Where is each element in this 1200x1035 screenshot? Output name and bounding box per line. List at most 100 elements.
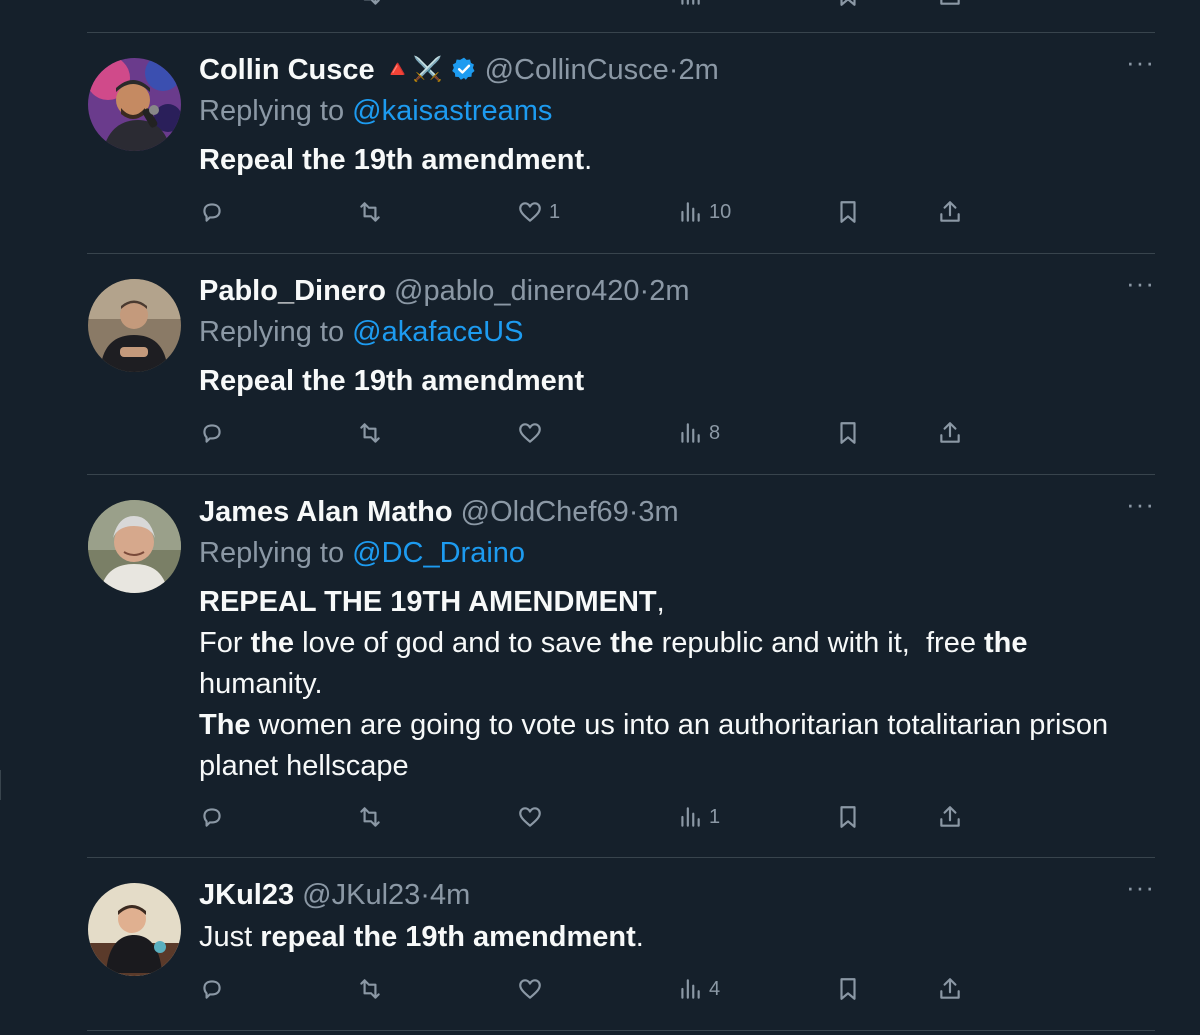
like-button[interactable]: 1: [517, 195, 560, 229]
bookmark-button[interactable]: [835, 416, 861, 450]
timeline: Collin Cusce 🔺⚔️ @CollinCusce·2m Replyin…: [87, 0, 1155, 1035]
views-icon: [681, 202, 700, 222]
like-icon: [519, 807, 541, 827]
replying-handle-link[interactable]: @DC_Draino: [352, 537, 525, 569]
avatar-image: [88, 58, 181, 151]
tweet-text-bold: The: [199, 709, 251, 741]
replying-label: Replying to: [199, 316, 345, 348]
replying-handle-link[interactable]: @kaisastreams: [352, 95, 552, 127]
tweet-text: REPEAL THE 19TH AMENDMENT, For the love …: [199, 582, 1149, 787]
tweet-text-span: For: [199, 627, 251, 659]
retweet-icon: [360, 979, 380, 999]
tweet-actions: 1 10: [199, 195, 1079, 229]
tweet-text-bold: Repeal the 19th amendment: [199, 365, 585, 397]
handle[interactable]: @pablo_dinero420: [394, 275, 640, 307]
tweet-content: Pablo_Dinero @pablo_dinero420·2m Replyin…: [199, 271, 1149, 402]
views-button[interactable]: 1: [677, 800, 720, 834]
replying-handle-link[interactable]: @akafaceUS: [352, 316, 523, 348]
reply-button[interactable]: [199, 195, 225, 229]
more-icon[interactable]: ···: [1126, 874, 1155, 915]
timestamp[interactable]: 3m: [638, 496, 678, 528]
retweet-icon: [360, 202, 380, 222]
name-emoji-badges: 🔺⚔️: [382, 56, 443, 83]
display-name[interactable]: James Alan Matho: [199, 496, 453, 528]
avatar[interactable]: [88, 279, 181, 372]
tweet-text-line: The women are going to vote us into an a…: [199, 705, 1149, 746]
handle[interactable]: @CollinCusce: [485, 54, 669, 86]
bookmark-button[interactable]: [835, 195, 861, 229]
avatar-image: [88, 500, 181, 593]
avatar[interactable]: [88, 58, 181, 151]
share-button[interactable]: [937, 972, 963, 1006]
tweet-text-bold: the: [610, 627, 654, 659]
like-button[interactable]: [517, 416, 543, 450]
more-icon[interactable]: ···: [1126, 491, 1155, 532]
tweet-text-line: REPEAL THE 19TH AMENDMENT,: [199, 582, 1149, 623]
share-button[interactable]: [937, 195, 963, 229]
like-icon: [519, 423, 541, 443]
views-button[interactable]: [677, 0, 703, 12]
timestamp[interactable]: 2m: [678, 54, 718, 86]
view-count: 8: [709, 421, 721, 444]
views-button[interactable]: 10: [677, 195, 731, 229]
tweet-header: James Alan Matho @OldChef69·3m: [199, 492, 1149, 532]
avatar-image: [88, 883, 181, 976]
views-button[interactable]: 8: [677, 416, 720, 450]
share-button[interactable]: [937, 416, 963, 450]
divider: [87, 253, 1155, 254]
retweet-icon: [360, 807, 380, 827]
tweet-content: James Alan Matho @OldChef69·3m Replying …: [199, 492, 1149, 787]
separator-dot: ·: [420, 879, 430, 911]
tweet-text: Repeal the 19th amendment.: [199, 140, 1149, 181]
views-button[interactable]: 4: [677, 972, 720, 1006]
bookmark-button[interactable]: [835, 972, 861, 1006]
display-name[interactable]: Pablo_Dinero: [199, 275, 386, 307]
handle[interactable]: @OldChef69: [461, 496, 629, 528]
avatar[interactable]: [88, 883, 181, 976]
tweet-text-bold: repeal the 19th amendment: [260, 921, 636, 953]
handle[interactable]: @JKul23: [302, 879, 420, 911]
tweet-text-span: Just: [199, 921, 261, 953]
replying-to: Replying to @kaisastreams: [199, 90, 1149, 132]
more-icon[interactable]: ···: [1126, 49, 1155, 90]
more-icon[interactable]: ···: [1126, 270, 1155, 311]
tweet-text-tail: .: [635, 921, 644, 953]
retweet-button[interactable]: [357, 800, 383, 834]
reply-button[interactable]: [199, 972, 225, 1006]
separator-dot: ·: [668, 54, 679, 86]
retweet-button[interactable]: [357, 0, 383, 12]
share-button[interactable]: [937, 800, 963, 834]
views-icon: [681, 423, 700, 443]
retweet-icon: [363, 0, 380, 5]
bookmark-icon: [840, 978, 856, 1000]
timestamp[interactable]: 4m: [430, 879, 470, 911]
share-button[interactable]: [937, 0, 963, 12]
retweet-button[interactable]: [357, 195, 383, 229]
timestamp[interactable]: 2m: [649, 275, 689, 307]
bookmark-button[interactable]: [835, 0, 861, 12]
avatar-image: [88, 279, 181, 372]
verified-badge-icon[interactable]: [451, 56, 477, 82]
avatar[interactable]: [88, 500, 181, 593]
divider: [87, 474, 1155, 475]
retweet-button[interactable]: [357, 416, 383, 450]
reply-icon: [203, 980, 221, 999]
replying-to: Replying to @DC_Draino: [199, 532, 1149, 574]
bookmark-icon: [840, 422, 856, 444]
like-button[interactable]: [517, 800, 543, 834]
bookmark-button[interactable]: [835, 800, 861, 834]
tweet-header: Pablo_Dinero @pablo_dinero420·2m: [199, 271, 1149, 311]
views-icon: [681, 0, 700, 5]
tweet-header: Collin Cusce 🔺⚔️ @CollinCusce·2m: [199, 50, 1149, 90]
reply-button[interactable]: [199, 800, 225, 834]
tweet-text-bold: Repeal the 19th amendment: [199, 144, 585, 176]
view-count: 10: [709, 200, 732, 223]
tweet-text: Repeal the 19th amendment: [199, 361, 1149, 402]
reply-button[interactable]: [199, 416, 225, 450]
display-name[interactable]: Collin Cusce: [199, 54, 375, 86]
like-icon: [519, 979, 541, 999]
like-button[interactable]: [517, 972, 543, 1006]
display-name[interactable]: JKul23: [199, 879, 294, 911]
retweet-button[interactable]: [357, 972, 383, 1006]
share-icon: [940, 0, 960, 5]
